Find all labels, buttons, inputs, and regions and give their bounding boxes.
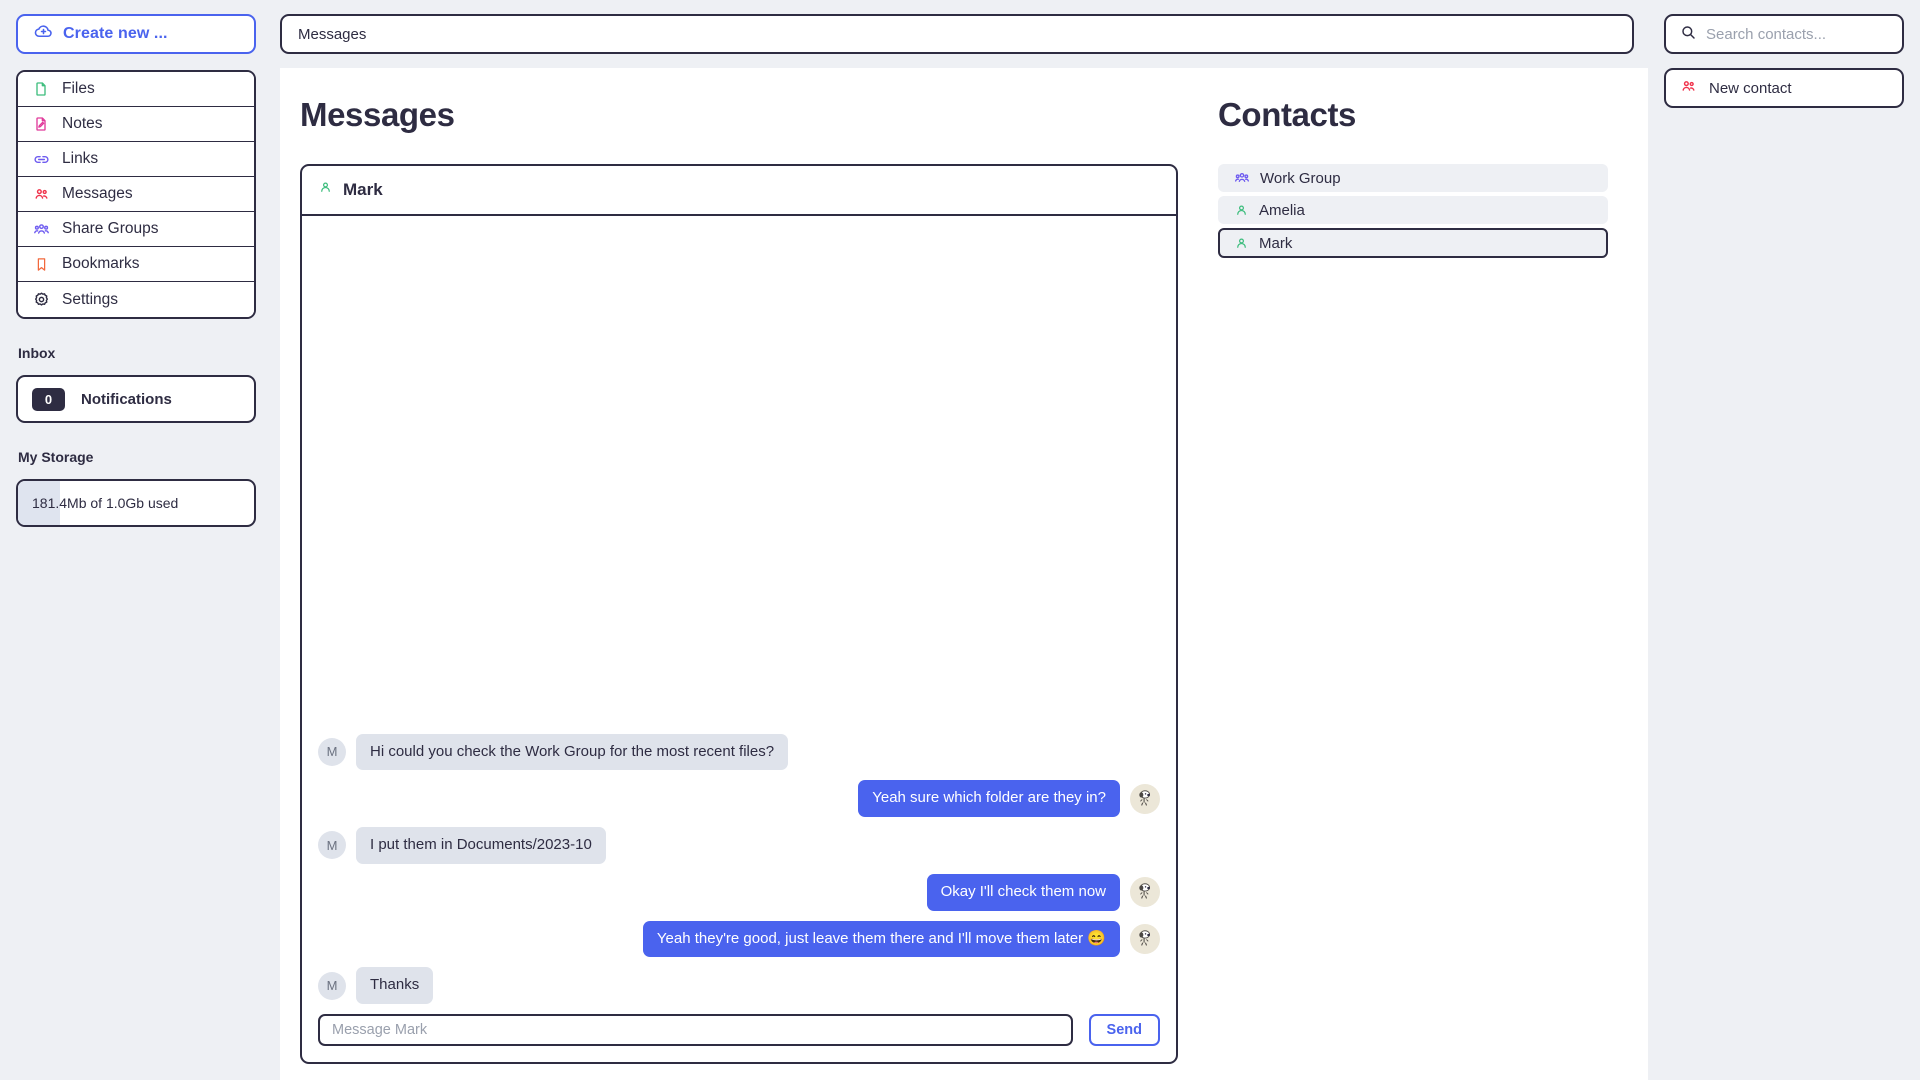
create-new-label: Create new ... (63, 25, 168, 42)
avatar: M (318, 831, 346, 860)
group-icon (32, 220, 50, 238)
snoopy-avatar-icon (1139, 789, 1151, 806)
link-icon (32, 150, 50, 168)
contacts-title: Contacts (1218, 96, 1356, 133)
send-button[interactable]: Send (1088, 1014, 1160, 1046)
person-icon (1234, 203, 1249, 218)
content-area: Messages Mark M Hi could you check the Wo… (280, 68, 1648, 1080)
snoopy-avatar-icon (1139, 930, 1151, 946)
sidebar-item-label: Messages (62, 185, 133, 202)
new-contact-label: New contact (1709, 79, 1792, 97)
avatar (1130, 877, 1160, 908)
search-placeholder: Search contacts... (1706, 25, 1827, 43)
left-sidebar: Create new ... Files Notes Links Message… (0, 0, 272, 1080)
notifications-button[interactable]: 0 Notifications (16, 375, 256, 423)
gear-icon (32, 291, 50, 309)
avatar (1130, 783, 1160, 814)
sidebar-item-label: Settings (62, 290, 119, 308)
sidebar-item-label: Files (62, 80, 95, 97)
person-icon (318, 180, 333, 200)
contact-label: Amelia (1259, 201, 1305, 219)
contact-label: Work Group (1260, 169, 1341, 187)
search-contacts-input[interactable]: Search contacts... (1664, 14, 1904, 54)
chat-message-row: M Hi could you check the Work Group for t… (318, 733, 1160, 771)
avatar: M (318, 971, 346, 1000)
chat-message-row: M I put them in Documents/2023-10 (318, 827, 1160, 864)
main-column: Messages Messages Mark M Hi could you che… (272, 0, 1648, 1080)
contact-list-item[interactable]: Mark (1218, 228, 1608, 258)
sidebar-item-label: Links (62, 150, 99, 167)
file-icon (32, 80, 50, 98)
chat-message-row: Okay I'll check them now (318, 873, 1160, 911)
contact-label: Mark (1259, 234, 1293, 252)
sidebar-item-bookmarks[interactable]: Bookmarks (18, 247, 254, 282)
sidebar-item-files[interactable]: Files (18, 72, 254, 107)
chat-bubble: Hi could you check the Work Group for th… (356, 733, 789, 771)
sidebar-item-label: Bookmarks (62, 255, 140, 272)
storage-usage-text: 181.4Mb of 1.0Gb used (32, 495, 179, 511)
sidebar-item-label: Share Groups (62, 220, 159, 237)
composer: Message Mark Send (302, 1014, 1176, 1062)
chat-header: Mark (302, 166, 1176, 216)
primary-nav: Files Notes Links Messages Share Groups … (16, 70, 256, 319)
chat-header-name: Mark (343, 180, 383, 199)
chat-bubble: I put them in Documents/2023-10 (356, 827, 606, 864)
snoopy-avatar-icon (1139, 883, 1151, 899)
contact-list-item[interactable]: Work Group (1218, 164, 1608, 192)
person-icon (1234, 236, 1249, 251)
storage-section-label: My Storage (18, 449, 94, 465)
create-new-button[interactable]: Create new ... (16, 14, 256, 54)
sidebar-item-share-groups[interactable]: Share Groups (18, 212, 254, 247)
search-icon (1680, 24, 1696, 44)
contact-list-item[interactable]: Amelia (1218, 196, 1608, 224)
cloud-upload-icon (34, 22, 53, 46)
right-rail: Search contacts... New contact (1648, 0, 1920, 1080)
people-icon (32, 185, 50, 203)
avatar (1130, 923, 1160, 954)
top-bar: Messages (272, 0, 1648, 54)
bookmark-icon (32, 255, 50, 273)
page-title: Messages (300, 96, 455, 133)
group-icon (1234, 170, 1250, 186)
notifications-count-badge: 0 (32, 387, 65, 411)
inbox-section-label: Inbox (18, 345, 56, 361)
chat-bubble: Thanks (356, 967, 434, 1004)
message-input-placeholder: Message Mark (332, 1022, 428, 1038)
sidebar-item-settings[interactable]: Settings (18, 282, 254, 317)
sidebar-item-notes[interactable]: Notes (18, 107, 254, 142)
path-input[interactable]: Messages (280, 14, 1634, 54)
sidebar-item-messages[interactable]: Messages (18, 177, 254, 212)
chat-bubble: Yeah they're good, just leave them there… (642, 920, 1120, 958)
contacts-list: Work Group Amelia Mark (1218, 164, 1608, 258)
note-pencil-icon (32, 115, 50, 133)
chat-bubble: Yeah sure which folder are they in? (858, 780, 1120, 817)
sidebar-item-label: Notes (62, 115, 103, 132)
chat-bubble: Okay I'll check them now (926, 873, 1120, 911)
new-contact-button[interactable]: New contact (1664, 68, 1904, 108)
contacts-panel: Contacts Work Group Amelia Mark (1198, 96, 1648, 1080)
chat-card: Mark M Hi could you check the Work Group … (300, 164, 1178, 1064)
chat-message-list: M Hi could you check the Work Group for t… (302, 216, 1176, 1014)
chat-message-row: Yeah sure which folder are they in? (318, 780, 1160, 817)
people-icon (1680, 78, 1697, 99)
app-root: Create new ... Files Notes Links Message… (0, 0, 1920, 1080)
message-input[interactable]: Message Mark (318, 1014, 1073, 1046)
avatar: M (318, 737, 346, 766)
messages-panel: Messages Mark M Hi could you check the Wo… (280, 96, 1198, 1080)
chat-message-row: M Thanks (318, 967, 1160, 1004)
storage-meter: 181.4Mb of 1.0Gb used (16, 479, 256, 527)
chat-message-row: Yeah they're good, just leave them there… (318, 920, 1160, 958)
notifications-label: Notifications (81, 390, 172, 408)
path-value: Messages (298, 25, 367, 43)
sidebar-item-links[interactable]: Links (18, 142, 254, 177)
